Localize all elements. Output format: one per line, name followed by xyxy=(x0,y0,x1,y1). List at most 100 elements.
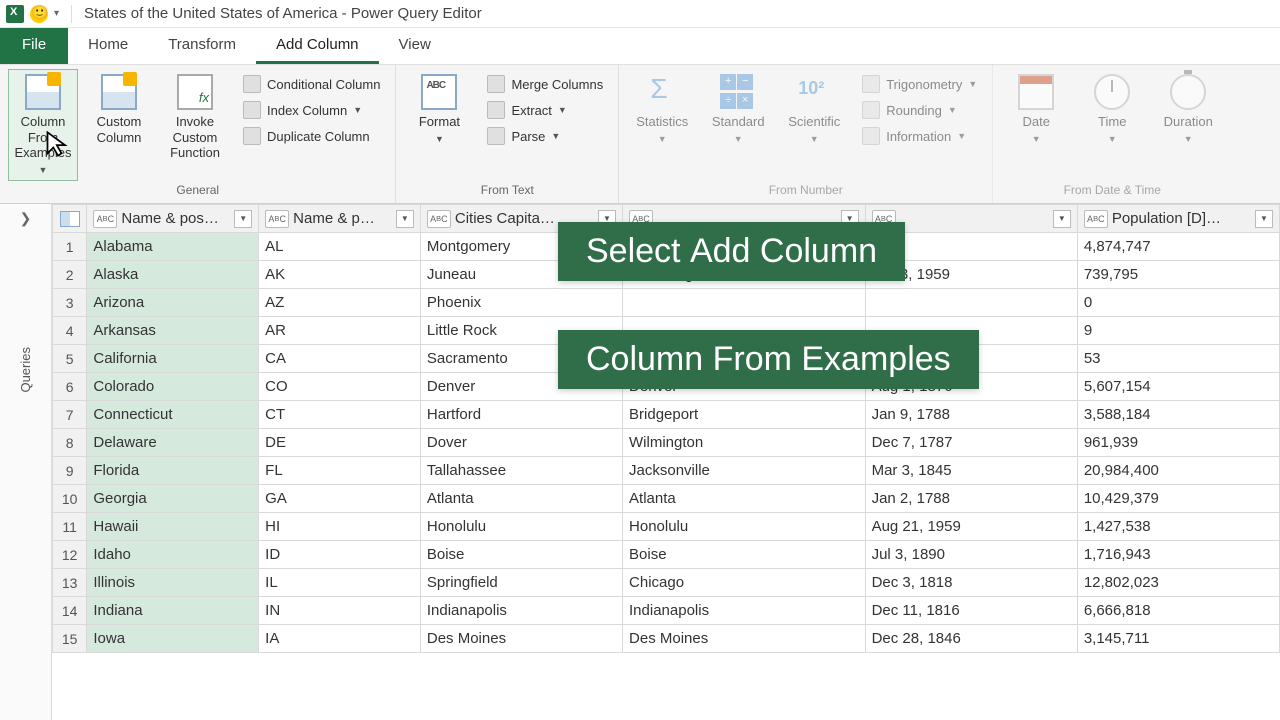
cell[interactable]: Atlanta xyxy=(623,485,866,513)
cell[interactable]: 961,939 xyxy=(1077,429,1279,457)
row-number[interactable]: 8 xyxy=(53,429,87,457)
table-row[interactable]: 9FloridaFLTallahasseeJacksonvilleMar 3, … xyxy=(53,457,1280,485)
conditional-column-button[interactable]: Conditional Column xyxy=(236,71,387,97)
cell[interactable]: Hawaii xyxy=(87,513,259,541)
cell[interactable]: Jan 2, 1788 xyxy=(865,485,1077,513)
cell[interactable]: Phoenix xyxy=(420,289,622,317)
column-type-icon[interactable]: ABC xyxy=(93,210,117,228)
cell[interactable]: Boise xyxy=(420,541,622,569)
queries-pane[interactable]: ❯ Queries xyxy=(0,204,52,720)
cell[interactable]: Chicago xyxy=(623,569,866,597)
column-type-icon[interactable]: ABC xyxy=(427,210,451,228)
tab-view[interactable]: View xyxy=(379,28,451,64)
statistics-button[interactable]: Statistics▼ xyxy=(627,69,697,150)
row-number[interactable]: 13 xyxy=(53,569,87,597)
index-column-button[interactable]: Index Column ▼ xyxy=(236,97,387,123)
row-number[interactable]: 4 xyxy=(53,317,87,345)
format-button[interactable]: Format▼ xyxy=(404,69,474,150)
date-button[interactable]: Date▼ xyxy=(1001,69,1071,150)
cell[interactable]: Florida xyxy=(87,457,259,485)
cell[interactable]: Alabama xyxy=(87,233,259,261)
table-row[interactable]: 7ConnecticutCTHartfordBridgeportJan 9, 1… xyxy=(53,401,1280,429)
cell[interactable]: 3,145,711 xyxy=(1077,625,1279,653)
row-number[interactable]: 6 xyxy=(53,373,87,401)
table-row[interactable]: 15IowaIADes MoinesDes MoinesDec 28, 1846… xyxy=(53,625,1280,653)
cell[interactable]: FL xyxy=(259,457,421,485)
cell[interactable]: Indianapolis xyxy=(420,597,622,625)
scientific-button[interactable]: Scientific▼ xyxy=(779,69,849,150)
merge-columns-button[interactable]: Merge Columns xyxy=(480,71,610,97)
cell[interactable]: Des Moines xyxy=(420,625,622,653)
column-type-icon[interactable]: ABC xyxy=(265,210,289,228)
cell[interactable]: California xyxy=(87,345,259,373)
row-number[interactable]: 1 xyxy=(53,233,87,261)
rounding-button[interactable]: Rounding ▼ xyxy=(855,97,984,123)
column-header[interactable]: ABCPopulation [D]…▼ xyxy=(1077,205,1279,233)
cell[interactable]: Illinois xyxy=(87,569,259,597)
cell[interactable]: ID xyxy=(259,541,421,569)
cell[interactable]: CT xyxy=(259,401,421,429)
cell[interactable]: Jul 3, 1890 xyxy=(865,541,1077,569)
row-number[interactable]: 15 xyxy=(53,625,87,653)
cell[interactable] xyxy=(865,289,1077,317)
qat-dropdown-icon[interactable]: ▾ xyxy=(54,8,59,19)
cell[interactable]: Wilmington xyxy=(623,429,866,457)
cell[interactable]: Springfield xyxy=(420,569,622,597)
cell[interactable]: 1,716,943 xyxy=(1077,541,1279,569)
cell[interactable]: 1,427,538 xyxy=(1077,513,1279,541)
duplicate-column-button[interactable]: Duplicate Column xyxy=(236,123,387,149)
cell[interactable]: Dover xyxy=(420,429,622,457)
row-number[interactable]: 12 xyxy=(53,541,87,569)
row-number[interactable]: 9 xyxy=(53,457,87,485)
cell[interactable]: Honolulu xyxy=(623,513,866,541)
cell[interactable]: 739,795 xyxy=(1077,261,1279,289)
cell[interactable]: 0 xyxy=(1077,289,1279,317)
standard-button[interactable]: +−÷× Standard▼ xyxy=(703,69,773,150)
cell[interactable]: CA xyxy=(259,345,421,373)
cell[interactable]: DE xyxy=(259,429,421,457)
column-type-icon[interactable]: ABC xyxy=(1084,210,1108,228)
table-row[interactable]: 12IdahoIDBoiseBoiseJul 3, 18901,716,943 xyxy=(53,541,1280,569)
table-row[interactable]: 3ArizonaAZPhoenix0 xyxy=(53,289,1280,317)
row-number[interactable]: 7 xyxy=(53,401,87,429)
cell[interactable]: 3,588,184 xyxy=(1077,401,1279,429)
cell[interactable]: 53 xyxy=(1077,345,1279,373)
column-filter-icon[interactable]: ▼ xyxy=(1255,210,1273,228)
cell[interactable]: Aug 21, 1959 xyxy=(865,513,1077,541)
parse-button[interactable]: Parse ▼ xyxy=(480,123,610,149)
cell[interactable]: 5,607,154 xyxy=(1077,373,1279,401)
tab-transform[interactable]: Transform xyxy=(148,28,256,64)
custom-column-button[interactable]: Custom Column xyxy=(84,69,154,150)
cell[interactable]: 4,874,747 xyxy=(1077,233,1279,261)
cell[interactable]: Bridgeport xyxy=(623,401,866,429)
cell[interactable]: Dec 3, 1818 xyxy=(865,569,1077,597)
cell[interactable]: 6,666,818 xyxy=(1077,597,1279,625)
cell[interactable]: IL xyxy=(259,569,421,597)
cell[interactable]: Idaho xyxy=(87,541,259,569)
cell[interactable]: AL xyxy=(259,233,421,261)
cell[interactable]: Tallahassee xyxy=(420,457,622,485)
cell[interactable]: Des Moines xyxy=(623,625,866,653)
cell[interactable]: 12,802,023 xyxy=(1077,569,1279,597)
column-filter-icon[interactable]: ▼ xyxy=(234,210,252,228)
tab-add-column[interactable]: Add Column xyxy=(256,28,379,64)
cell[interactable]: Jan 9, 1788 xyxy=(865,401,1077,429)
table-row[interactable]: 11HawaiiHIHonoluluHonoluluAug 21, 19591,… xyxy=(53,513,1280,541)
cell[interactable]: Arizona xyxy=(87,289,259,317)
cell[interactable]: AZ xyxy=(259,289,421,317)
cell[interactable]: Jacksonville xyxy=(623,457,866,485)
row-number[interactable]: 2 xyxy=(53,261,87,289)
column-filter-icon[interactable]: ▼ xyxy=(396,210,414,228)
row-number[interactable]: 11 xyxy=(53,513,87,541)
column-filter-icon[interactable]: ▼ xyxy=(1053,210,1071,228)
table-row[interactable]: 10GeorgiaGAAtlantaAtlantaJan 2, 178810,4… xyxy=(53,485,1280,513)
cell[interactable]: Dec 28, 1846 xyxy=(865,625,1077,653)
cell[interactable]: Connecticut xyxy=(87,401,259,429)
cell[interactable]: IN xyxy=(259,597,421,625)
cell[interactable]: Dec 11, 1816 xyxy=(865,597,1077,625)
cell[interactable]: 9 xyxy=(1077,317,1279,345)
time-button[interactable]: Time▼ xyxy=(1077,69,1147,150)
row-number[interactable]: 14 xyxy=(53,597,87,625)
column-from-examples-button[interactable]: Column From Examples ▼ xyxy=(8,69,78,181)
duration-button[interactable]: Duration▼ xyxy=(1153,69,1223,150)
